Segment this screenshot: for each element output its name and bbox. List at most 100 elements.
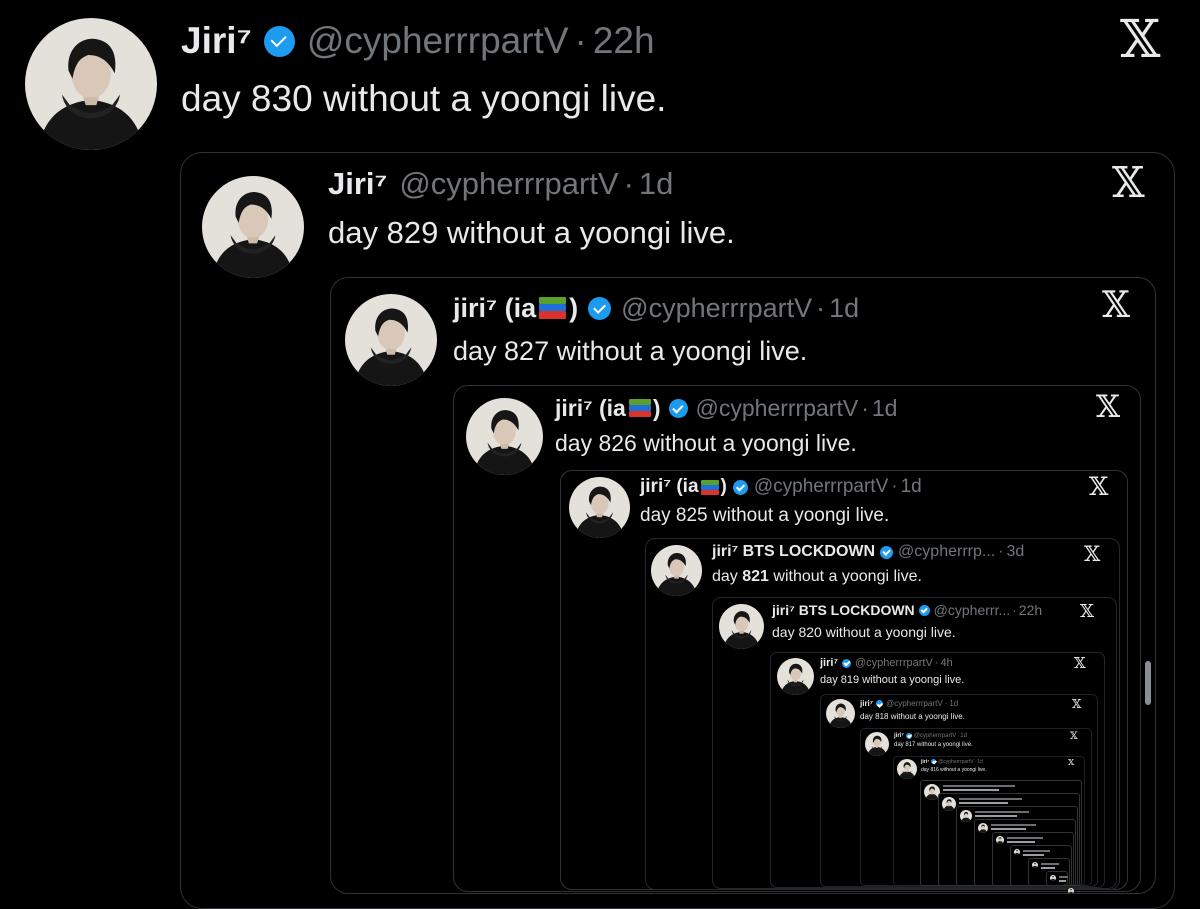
- avatar[interactable]: [25, 18, 157, 150]
- quote-text: day 820 without a yoongi live.: [772, 624, 956, 640]
- avatar[interactable]: [466, 398, 543, 475]
- author-name[interactable]: jiri⁷ (ia: [640, 476, 699, 498]
- avatar[interactable]: [651, 545, 702, 596]
- separator: ·: [1012, 602, 1017, 618]
- quote-text: day 817 without a yoongi live.: [894, 742, 973, 748]
- separator: ·: [861, 394, 869, 421]
- text-line: [1007, 841, 1035, 843]
- author-name[interactable]: jiri⁷: [921, 759, 929, 765]
- text-line: [1007, 837, 1043, 839]
- avatar: [960, 810, 972, 822]
- verified-badge-icon: [918, 604, 930, 616]
- text-line: [959, 798, 1022, 800]
- quote-text-suffix: without a yoongi live.: [768, 568, 922, 585]
- avatar: [1050, 875, 1056, 881]
- timestamp[interactable]: 22h: [1019, 602, 1042, 618]
- author-handle[interactable]: @cypherrrpartV: [938, 759, 973, 765]
- author-handle[interactable]: @cypherrrpartV: [914, 733, 956, 739]
- text-line: [975, 815, 1017, 817]
- author-handle[interactable]: @cypherrrpartV: [307, 20, 569, 62]
- x-logo-icon[interactable]: 𝕏: [1096, 392, 1120, 423]
- author-handle[interactable]: @cypherrrpartV: [621, 293, 812, 324]
- tweet-text: day 830 without a yoongi live.: [181, 78, 667, 119]
- avatar[interactable]: [897, 759, 917, 779]
- x-logo-icon[interactable]: 𝕏: [1112, 162, 1145, 204]
- separator: ·: [574, 20, 587, 61]
- verified-badge-icon: [876, 700, 884, 707]
- author-handle[interactable]: @cypherrrpartV: [754, 476, 888, 498]
- avatar: [1014, 849, 1020, 855]
- nested-quote-card: [1064, 884, 1066, 886]
- timestamp[interactable]: 3d: [1007, 543, 1025, 561]
- scrollbar-thumb[interactable]: [1145, 661, 1151, 705]
- x-logo-icon[interactable]: 𝕏: [1120, 14, 1160, 66]
- avatar: [942, 797, 956, 811]
- timestamp[interactable]: 1d: [872, 395, 898, 422]
- avatar[interactable]: [345, 294, 437, 386]
- avatar[interactable]: [826, 699, 855, 728]
- separator: ·: [623, 166, 634, 201]
- author-handle[interactable]: @cypherrrpartV: [696, 395, 859, 422]
- quote-header: jiri⁷ BTS LOCKDOWN @cypherrr... · 22h: [772, 601, 1042, 619]
- avatar[interactable]: [569, 477, 630, 538]
- author-name[interactable]: jiri⁷: [894, 733, 904, 739]
- author-name[interactable]: jiri⁷ BTS LOCKDOWN: [772, 602, 915, 618]
- timestamp[interactable]: 1d: [960, 733, 967, 739]
- avatar[interactable]: [202, 176, 304, 278]
- avatar[interactable]: [777, 658, 814, 695]
- separator: ·: [998, 543, 1004, 560]
- x-logo-icon[interactable]: 𝕏: [1084, 544, 1100, 565]
- timestamp[interactable]: 22h: [593, 20, 655, 62]
- author-handle[interactable]: @cypherrrpartV: [399, 166, 618, 202]
- books-emoji-icon: [539, 297, 567, 319]
- author-handle[interactable]: @cypherrrpartV: [886, 699, 943, 708]
- timestamp[interactable]: 4h: [940, 657, 952, 669]
- name-close: ): [569, 292, 579, 323]
- author-name[interactable]: jiri⁷: [820, 657, 838, 669]
- avatar: [996, 836, 1004, 844]
- author-name[interactable]: Jiri⁷: [181, 20, 252, 62]
- author-name[interactable]: Jiri⁷: [328, 166, 387, 202]
- verified-badge-icon: [732, 479, 748, 495]
- verified-badge-icon: [668, 398, 688, 418]
- author-name[interactable]: jiri⁷ BTS LOCKDOWN: [712, 543, 875, 561]
- text-line: [1041, 863, 1059, 865]
- quote-header: jiri⁷ (ia ) @cypherrrpartV · 1d: [640, 475, 922, 499]
- timestamp[interactable]: 1d: [977, 759, 983, 765]
- author-name[interactable]: jiri⁷ (ia: [453, 293, 536, 324]
- x-logo-icon[interactable]: 𝕏: [1068, 759, 1074, 767]
- quote-text: day 819 without a yoongi live.: [820, 674, 965, 686]
- quote-text: day 818 without a yoongi live.: [860, 712, 965, 721]
- x-logo-icon[interactable]: 𝕏: [1089, 474, 1108, 499]
- verified-badge-icon: [931, 759, 937, 764]
- x-logo-icon[interactable]: 𝕏: [1072, 698, 1081, 710]
- author-handle[interactable]: @cypherrr...: [934, 602, 1010, 618]
- author-handle[interactable]: @cypherrrpartV: [855, 657, 933, 669]
- avatar[interactable]: [719, 604, 764, 649]
- timestamp[interactable]: 1d: [949, 699, 958, 708]
- timestamp[interactable]: 1d: [901, 476, 922, 498]
- verified-badge-icon: [880, 545, 894, 559]
- x-logo-icon[interactable]: 𝕏: [1080, 603, 1094, 621]
- text-line: [1023, 850, 1050, 852]
- avatar: [1068, 888, 1074, 894]
- x-logo-icon[interactable]: 𝕏: [1102, 288, 1130, 324]
- author-name[interactable]: jiri⁷ (ia: [555, 395, 626, 422]
- quote-text-number: 821: [742, 568, 769, 585]
- separator: ·: [957, 732, 960, 739]
- books-emoji-icon: [628, 399, 651, 417]
- text-line: [943, 785, 1015, 787]
- author-handle[interactable]: @cypherrrp...: [898, 543, 995, 561]
- quote-text: day 827 without a yoongi live.: [453, 336, 808, 366]
- avatar[interactable]: [865, 732, 889, 756]
- quote-header: Jiri⁷ @cypherrrpartV · 1d: [328, 164, 673, 204]
- author-name[interactable]: jiri⁷: [860, 699, 873, 708]
- quote-text-prefix: day: [712, 568, 743, 585]
- quote-header: jiri⁷ @cypherrrpartV · 1d: [860, 698, 958, 709]
- timestamp[interactable]: 1d: [829, 293, 859, 324]
- timestamp[interactable]: 1d: [639, 166, 673, 202]
- text-line: [975, 811, 1029, 813]
- quote-text: day 829 without a yoongi live.: [328, 215, 735, 250]
- x-logo-icon[interactable]: 𝕏: [1074, 656, 1086, 671]
- x-logo-icon[interactable]: 𝕏: [1070, 732, 1078, 742]
